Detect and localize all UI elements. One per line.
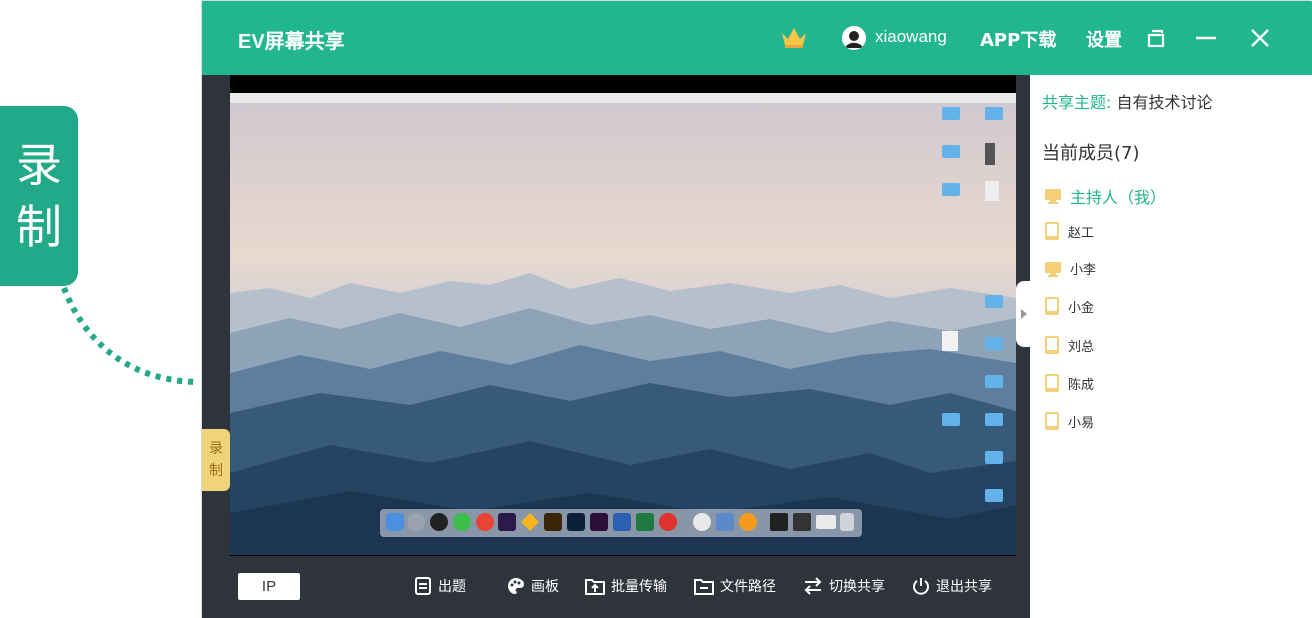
members-title: 当前成员(7) (1042, 143, 1140, 164)
member-name: 小易 (1068, 415, 1095, 431)
triangle-right-icon (1021, 309, 1027, 319)
file-path-label: 文件路径 (720, 579, 776, 595)
shared-screen-stage: 录 制 (202, 75, 1030, 556)
power-icon (913, 578, 929, 595)
shared-screen[interactable] (230, 75, 1016, 556)
exit-share-label: 退出共享 (936, 579, 992, 595)
document-icon (415, 577, 431, 595)
record-tab-line2: 制 (209, 463, 223, 479)
crown-icon[interactable] (780, 25, 808, 49)
root: 录 制 EV屏幕共享 xiaowang APP下载 设置 录 制 IP 出题 画… (0, 0, 1312, 618)
switch-share-button[interactable]: 切换共享 (803, 576, 885, 596)
member-item[interactable]: 赵工 (1044, 221, 1094, 241)
app-download-link[interactable]: APP下载 (980, 26, 1056, 52)
username[interactable]: xiaowang (875, 27, 947, 47)
close-icon[interactable] (1249, 27, 1271, 49)
member-item[interactable]: 小李 (1044, 259, 1096, 278)
collapse-panel-handle[interactable] (1016, 281, 1030, 347)
palette-icon (508, 578, 524, 594)
desktop-icon (1045, 189, 1061, 204)
member-item[interactable]: 小易 (1044, 411, 1094, 431)
member-item[interactable]: 陈成 (1044, 373, 1094, 393)
phone-icon (1045, 374, 1059, 392)
switch-share-label: 切换共享 (829, 579, 885, 595)
settings-link[interactable]: 设置 (1086, 26, 1122, 52)
share-topic: 共享主题: 自有技术讨论 (1042, 89, 1213, 113)
record-tab-line1: 录 (209, 441, 223, 457)
share-topic-label: 共享主题: (1042, 93, 1112, 112)
batch-transfer-button[interactable]: 批量传输 (585, 576, 667, 596)
file-path-button[interactable]: 文件路径 (694, 576, 776, 596)
upload-folder-icon (585, 579, 605, 595)
member-item[interactable]: 小金 (1044, 296, 1094, 316)
drawing-board-label: 画板 (531, 579, 559, 595)
question-label: 出题 (438, 579, 466, 595)
member-panel: 共享主题: 自有技术讨论 当前成员(7) 主持人（我） 赵工 小李 小金 刘总 … (1016, 75, 1311, 618)
member-name: 小金 (1068, 300, 1095, 316)
remote-menubar (230, 93, 1016, 103)
phone-icon (1045, 222, 1059, 240)
app-window: EV屏幕共享 xiaowang APP下载 设置 录 制 IP 出题 画板 批量… (201, 0, 1312, 618)
switch-icon (804, 577, 822, 595)
dotted-connector (61, 286, 197, 385)
member-name: 小李 (1070, 263, 1097, 278)
bottom-toolbar: IP 出题 画板 批量传输 文件路径 切换共享 退出共享 (202, 556, 1030, 618)
member-name: 主持人（我） (1070, 188, 1167, 207)
exit-share-button[interactable]: 退出共享 (912, 576, 992, 596)
record-callout-line1: 录 (16, 138, 62, 192)
app-title: EV屏幕共享 (238, 31, 345, 53)
desktop-icon (1045, 261, 1061, 277)
avatar-icon (842, 26, 866, 50)
member-item[interactable]: 刘总 (1044, 335, 1094, 355)
minimize-icon[interactable] (1195, 27, 1217, 49)
restore-window-icon[interactable] (1147, 27, 1167, 49)
question-button[interactable]: 出题 (414, 576, 466, 596)
phone-icon (1045, 336, 1059, 354)
phone-icon (1045, 297, 1059, 315)
record-tab[interactable]: 录 制 (202, 429, 230, 491)
title-bar: EV屏幕共享 xiaowang APP下载 设置 (202, 1, 1312, 75)
member-item[interactable]: 主持人（我） (1044, 184, 1166, 208)
record-callout-line2: 制 (16, 200, 62, 254)
member-name: 赵工 (1068, 225, 1095, 241)
user-avatar[interactable] (842, 26, 866, 50)
ip-button[interactable]: IP (238, 573, 300, 600)
record-callout: 录 制 (0, 106, 78, 286)
drawing-board-button[interactable]: 画板 (507, 576, 559, 596)
batch-transfer-label: 批量传输 (611, 579, 667, 595)
folder-icon (694, 579, 714, 595)
member-name: 陈成 (1068, 377, 1095, 393)
dock-icons (386, 513, 854, 531)
phone-icon (1045, 412, 1059, 430)
member-name: 刘总 (1068, 339, 1095, 355)
share-topic-value: 自有技术讨论 (1116, 93, 1213, 112)
remote-desktop-wallpaper (230, 93, 1016, 555)
